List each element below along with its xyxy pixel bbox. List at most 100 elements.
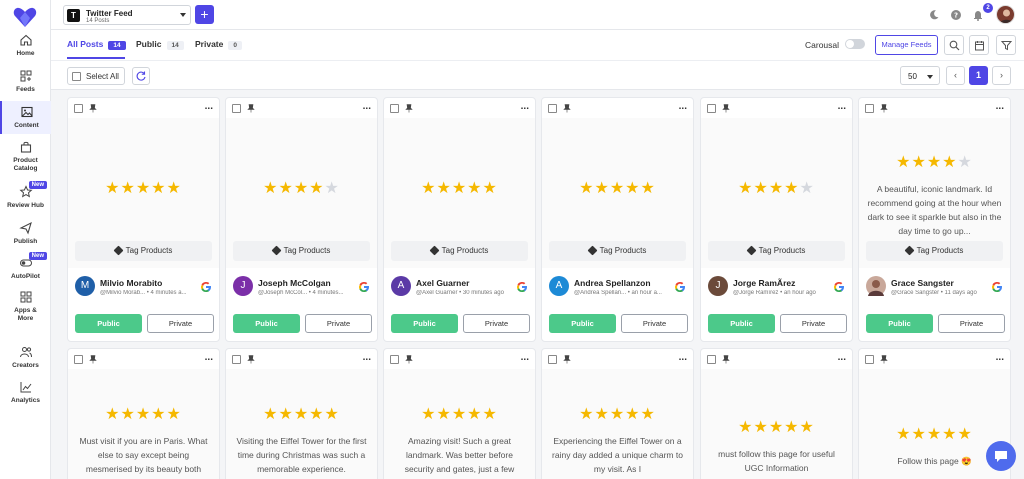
sidebar-item-home[interactable]: Home [0,33,51,58]
more-options-icon[interactable]: ... [521,352,529,363]
search-button[interactable] [944,35,964,55]
sidebar-item-autopilot[interactable]: New AutoPilot [0,252,51,281]
post-card[interactable]: ... ★★★★★ Tag Products A Andrea Spellanzon @A… [541,97,694,342]
private-button[interactable]: Private [780,314,847,333]
post-checkbox[interactable] [74,104,83,113]
tag-products-button[interactable]: Tag Products [233,241,370,261]
chat-support-button[interactable] [986,441,1016,471]
more-options-icon[interactable]: ... [205,352,213,363]
more-options-icon[interactable]: ... [996,101,1004,112]
calendar-button[interactable] [969,35,989,55]
tab-private[interactable]: Private 0 [195,39,242,50]
post-checkbox[interactable] [548,355,557,364]
post-checkbox[interactable] [707,104,716,113]
pin-icon[interactable] [563,355,571,364]
brand-logo[interactable] [12,4,38,30]
private-button[interactable]: Private [147,314,214,333]
more-options-icon[interactable]: ... [205,101,213,112]
post-card[interactable]: ... ★★★★★ Experiencing the Eiffel Tower on… [541,348,694,479]
pin-icon[interactable] [89,355,97,364]
sidebar-item-content[interactable]: Content [0,101,51,134]
public-button[interactable]: Public [708,314,775,333]
tag-products-button[interactable]: Tag Products [549,241,686,261]
pin-icon[interactable] [722,104,730,113]
more-options-icon[interactable]: ... [679,352,687,363]
public-button[interactable]: Public [391,314,458,333]
sidebar-item-feeds[interactable]: Feeds [0,69,51,94]
post-card[interactable]: ... ★★★★★ Amazing visit! Such a great land… [383,348,536,479]
help-icon[interactable]: ? [950,9,962,21]
public-button[interactable]: Public [549,314,616,333]
pin-icon[interactable] [405,104,413,113]
post-checkbox[interactable] [390,104,399,113]
more-options-icon[interactable]: ... [521,101,529,112]
post-checkbox[interactable] [74,355,83,364]
pin-icon[interactable] [722,355,730,364]
private-button[interactable]: Private [463,314,530,333]
select-all-button[interactable]: Select All [67,67,125,85]
tag-products-button[interactable]: Tag Products [75,241,212,261]
more-options-icon[interactable]: ... [363,101,371,112]
pin-icon[interactable] [563,104,571,113]
post-checkbox[interactable] [548,104,557,113]
filter-button[interactable] [996,35,1016,55]
more-options-icon[interactable]: ... [363,352,371,363]
public-button[interactable]: Public [866,314,933,333]
per-page-select[interactable]: 50 [900,66,940,85]
prev-page-button[interactable]: ‹ [946,66,965,85]
private-button[interactable]: Private [938,314,1005,333]
tag-products-button[interactable]: Tag Products [866,241,1003,261]
refresh-button[interactable] [132,67,150,85]
post-checkbox[interactable] [232,104,241,113]
pin-icon[interactable] [880,104,888,113]
post-card[interactable]: ... ★★★★★ Must visit if you are in Paris. … [67,348,220,479]
post-card[interactable]: ... ★★★★★ must follow this page for useful… [700,348,853,479]
sidebar-item-publish[interactable]: Publish [0,221,51,246]
tab-public[interactable]: Public 14 [136,39,184,50]
public-button[interactable]: Public [233,314,300,333]
next-page-button[interactable]: › [992,66,1011,85]
carousal-toggle[interactable] [845,39,865,49]
select-all-checkbox[interactable] [72,72,81,81]
private-button[interactable]: Private [305,314,372,333]
post-card[interactable]: ... ★★★★★ A beautiful, iconic landmark. Id… [858,97,1011,342]
sidebar-item-apps-more[interactable]: Apps & More [0,290,51,323]
sidebar-item-analytics[interactable]: Analytics [0,380,51,405]
post-card[interactable]: ... ★★★★★ Tag Products J Joseph McColgan @Jos… [225,97,378,342]
post-checkbox[interactable] [865,104,874,113]
post-checkbox[interactable] [707,355,716,364]
pin-icon[interactable] [89,104,97,113]
moon-icon[interactable] [928,9,940,21]
user-avatar[interactable] [996,5,1015,24]
manage-feeds-button[interactable]: Manage Feeds [875,35,938,55]
bell-icon[interactable] [972,9,984,21]
private-button[interactable]: Private [621,314,688,333]
pin-icon[interactable] [405,355,413,364]
public-button[interactable]: Public [75,314,142,333]
post-checkbox[interactable] [232,355,241,364]
post-checkbox[interactable] [865,355,874,364]
post-card[interactable]: ... ★★★★★ Tag Products A Axel Guarner @Axel G… [383,97,536,342]
post-checkbox[interactable] [390,355,399,364]
star-filled-icon: ★ [753,419,769,436]
pin-icon[interactable] [880,355,888,364]
tag-products-button[interactable]: Tag Products [391,241,528,261]
tab-all-posts[interactable]: All Posts 14 [67,39,126,50]
post-card[interactable]: ... ★★★★★ Tag Products M Milvio Morabito @Mil… [67,97,220,342]
more-options-icon[interactable]: ... [838,101,846,112]
page-1-button[interactable]: 1 [969,66,988,85]
more-options-icon[interactable]: ... [838,352,846,363]
more-options-icon[interactable]: ... [679,101,687,112]
feed-selector[interactable]: T Twitter Feed 14 Posts [63,5,191,25]
tab-count: 14 [108,41,126,50]
sidebar-item-creators[interactable]: Creators [0,345,51,370]
add-feed-button[interactable]: + [195,5,214,24]
pin-icon[interactable] [247,104,255,113]
more-options-icon[interactable]: ... [996,352,1004,363]
sidebar-item-product-catalog[interactable]: Product Catalog [0,140,51,173]
pin-icon[interactable] [247,355,255,364]
sidebar-item-review-hub[interactable]: New Review Hub [0,181,51,210]
post-card[interactable]: ... ★★★★★ Tag Products J Jorge RamÃrez @Jorge… [700,97,853,342]
post-card[interactable]: ... ★★★★★ Visiting the Eiffel Tower for th… [225,348,378,479]
tag-products-button[interactable]: Tag Products [708,241,845,261]
